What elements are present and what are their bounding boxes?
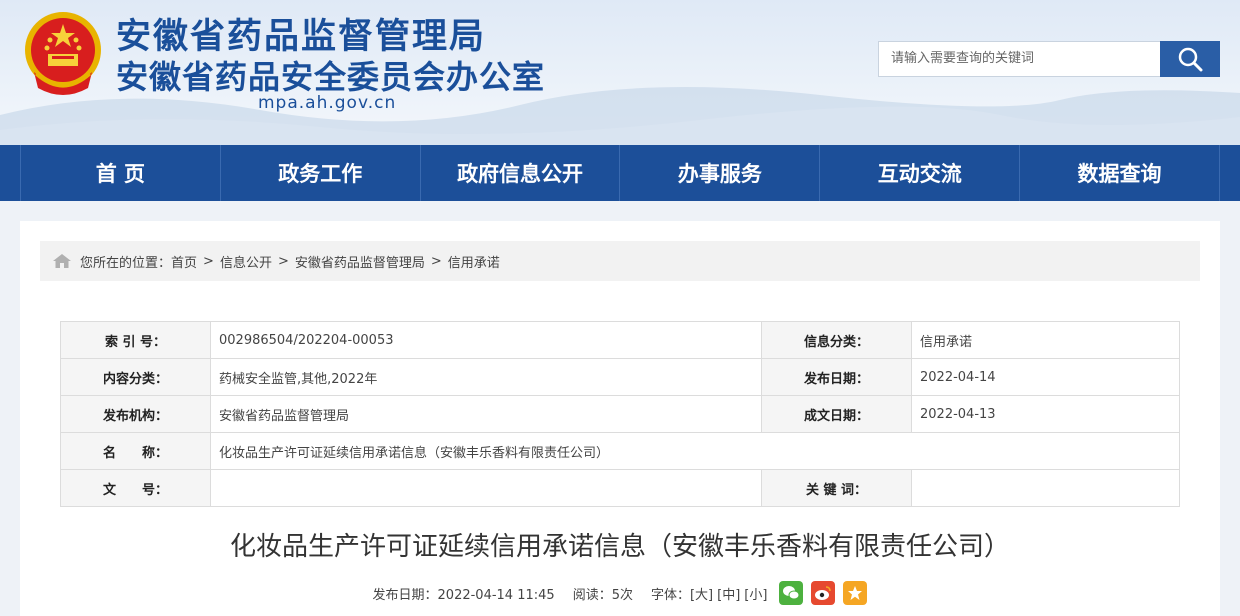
breadcrumb-item-info[interactable]: 信息公开	[220, 252, 272, 271]
font-small-button[interactable]: [小]	[744, 584, 767, 603]
index-value: 002986504/202204-00053	[210, 321, 762, 359]
keywords-value	[911, 469, 1180, 507]
table-row: 索 引 号： 002986504/202204-00053 信息分类： 信用承诺	[60, 321, 1180, 359]
created-date-label: 成文日期：	[761, 395, 912, 433]
pubdate-value: 2022-04-14	[911, 358, 1180, 396]
nav-item-government-work[interactable]: 政务工作	[219, 145, 420, 201]
breadcrumb-item-bureau[interactable]: 安徽省药品监督管理局	[295, 252, 425, 271]
created-date-value: 2022-04-13	[911, 395, 1180, 433]
main-content: 您所在的位置： 首页 > 信息公开 > 安徽省药品监督管理局 > 信用承诺 索 …	[20, 221, 1220, 616]
star-icon	[848, 586, 863, 600]
article-reads: 阅读：5次	[572, 587, 633, 603]
breadcrumb-separator: >	[430, 253, 442, 269]
wechat-icon	[783, 586, 800, 600]
breadcrumb-item-home[interactable]: 首页	[171, 252, 197, 271]
font-medium-button[interactable]: [中]	[717, 584, 740, 603]
org-label: 发布机构：	[60, 395, 211, 433]
breadcrumb-item-credit[interactable]: 信用承诺	[448, 252, 500, 271]
docno-value	[210, 469, 762, 507]
keywords-label: 关 键 词：	[761, 469, 912, 507]
site-domain: mpa.ah.gov.cn	[258, 93, 397, 113]
docno-label: 文 号：	[60, 469, 211, 507]
name-label: 名 称：	[60, 432, 211, 470]
main-nav: 首 页 政务工作 政府信息公开 办事服务 互动交流 数据查询	[0, 145, 1240, 201]
index-label: 索 引 号：	[60, 321, 211, 359]
article-info-bar: 发布日期：2022-04-14 11:45 阅读：5次 字体： [大] [中] …	[20, 581, 1220, 605]
name-value: 化妆品生产许可证延续信用承诺信息（安徽丰乐香料有限责任公司）	[210, 432, 1180, 470]
home-icon	[53, 254, 71, 268]
favorite-button[interactable]	[843, 581, 868, 605]
breadcrumb: 您所在的位置： 首页 > 信息公开 > 安徽省药品监督管理局 > 信用承诺	[40, 241, 1200, 281]
breadcrumb-prefix: 您所在的位置：	[80, 255, 172, 271]
breadcrumb-separator: >	[277, 253, 289, 269]
table-row: 发布机构： 安徽省药品监督管理局 成文日期： 2022-04-13	[60, 395, 1180, 433]
table-row: 名 称： 化妆品生产许可证延续信用承诺信息（安徽丰乐香料有限责任公司）	[60, 432, 1180, 470]
emblem-icon	[25, 12, 101, 95]
table-row: 内容分类： 药械安全监管,其他,2022年 发布日期： 2022-04-14	[60, 358, 1180, 396]
font-size-label: 字体：	[650, 587, 690, 603]
nav-item-interaction[interactable]: 互动交流	[819, 145, 1019, 201]
nav-item-services[interactable]: 办事服务	[619, 145, 819, 201]
font-large-button[interactable]: [大]	[690, 584, 713, 603]
pubdate-label: 发布日期：	[761, 358, 912, 396]
content-category-label: 内容分类：	[60, 358, 211, 396]
nav-item-info-disclosure[interactable]: 政府信息公开	[419, 145, 620, 201]
org-value: 安徽省药品监督管理局	[210, 395, 762, 433]
article-title: 化妆品生产许可证延续信用承诺信息（安徽丰乐香料有限责任公司）	[229, 532, 1010, 562]
breadcrumb-separator: >	[203, 253, 214, 269]
nav-item-home[interactable]: 首 页	[20, 145, 220, 201]
search-input[interactable]: 请输入需要查询的关键词	[878, 41, 1161, 77]
wechat-share-button[interactable]	[779, 581, 804, 605]
site-subtitle: 安徽省药品安全委员会办公室	[116, 58, 546, 96]
article-pubdate: 发布日期：2022-04-14 11:45	[372, 587, 555, 603]
weibo-icon	[815, 586, 832, 600]
nav-item-data-query[interactable]: 数据查询	[1019, 145, 1220, 201]
site-header: 安徽省药品监督管理局 安徽省药品安全委员会办公室 mpa.ah.gov.cn 请…	[0, 0, 1240, 145]
search-button[interactable]	[1160, 41, 1220, 77]
info-meta-table: 索 引 号： 002986504/202204-00053 信息分类： 信用承诺…	[60, 321, 1180, 507]
category-label: 信息分类：	[761, 321, 912, 359]
weibo-share-button[interactable]	[811, 581, 836, 605]
search-bar: 请输入需要查询的关键词	[878, 41, 1220, 77]
table-row: 文 号： 关 键 词：	[60, 469, 1180, 507]
search-icon	[1178, 47, 1203, 72]
category-value: 信用承诺	[911, 321, 1180, 359]
content-category-value: 药械安全监管,其他,2022年	[210, 358, 762, 396]
